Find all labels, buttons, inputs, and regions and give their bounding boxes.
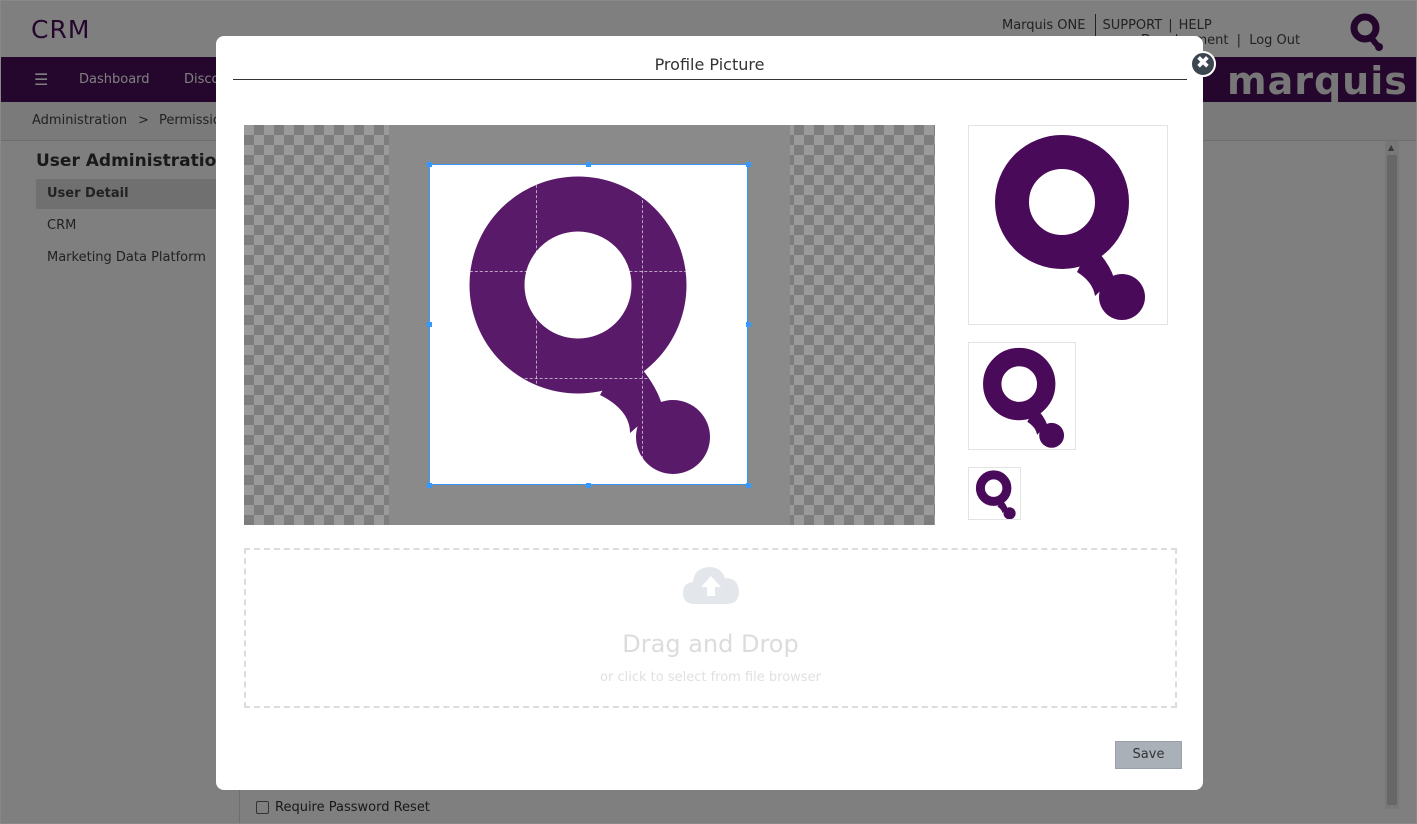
modal-title-divider xyxy=(233,79,1187,80)
preview-q-logo-image xyxy=(995,135,1145,320)
modal-title: Profile Picture xyxy=(654,55,765,74)
preview-large xyxy=(968,125,1168,325)
crop-guide-line xyxy=(536,165,537,484)
crop-handle-ne[interactable] xyxy=(746,162,751,167)
crop-handle-sw[interactable] xyxy=(427,483,432,488)
preview-q-logo-image xyxy=(975,470,1016,519)
file-dropzone[interactable]: Drag and Drop or click to select from fi… xyxy=(244,548,1177,708)
preview-medium xyxy=(968,342,1076,450)
crop-handle-se[interactable] xyxy=(746,483,751,488)
dropzone-title: Drag and Drop xyxy=(622,630,799,658)
cloud-upload-icon xyxy=(683,567,739,604)
crop-handle-nw[interactable] xyxy=(427,162,432,167)
crop-selection-box[interactable] xyxy=(429,164,748,485)
dropzone-subtitle: or click to select from file browser xyxy=(600,670,821,685)
crop-guide-line xyxy=(430,271,747,272)
crop-guide-line xyxy=(642,165,643,484)
image-cropper[interactable] xyxy=(244,125,935,525)
app-window: CRM Marquis ONESUPPORT|HELP Development … xyxy=(0,0,1417,824)
preview-q-logo-image xyxy=(983,347,1065,448)
crop-handle-s[interactable] xyxy=(586,483,591,488)
profile-picture-modal: Profile Picture Drag and Drop or click t… xyxy=(216,36,1203,790)
crop-handle-w[interactable] xyxy=(427,322,432,327)
crop-guide-line xyxy=(430,378,747,379)
save-button[interactable]: Save xyxy=(1115,741,1182,769)
crop-handle-n[interactable] xyxy=(586,162,591,167)
preview-small xyxy=(968,467,1021,520)
crop-handle-e[interactable] xyxy=(746,322,751,327)
cropped-q-logo-image xyxy=(469,176,710,474)
close-icon[interactable]: ✖ xyxy=(1190,51,1216,77)
